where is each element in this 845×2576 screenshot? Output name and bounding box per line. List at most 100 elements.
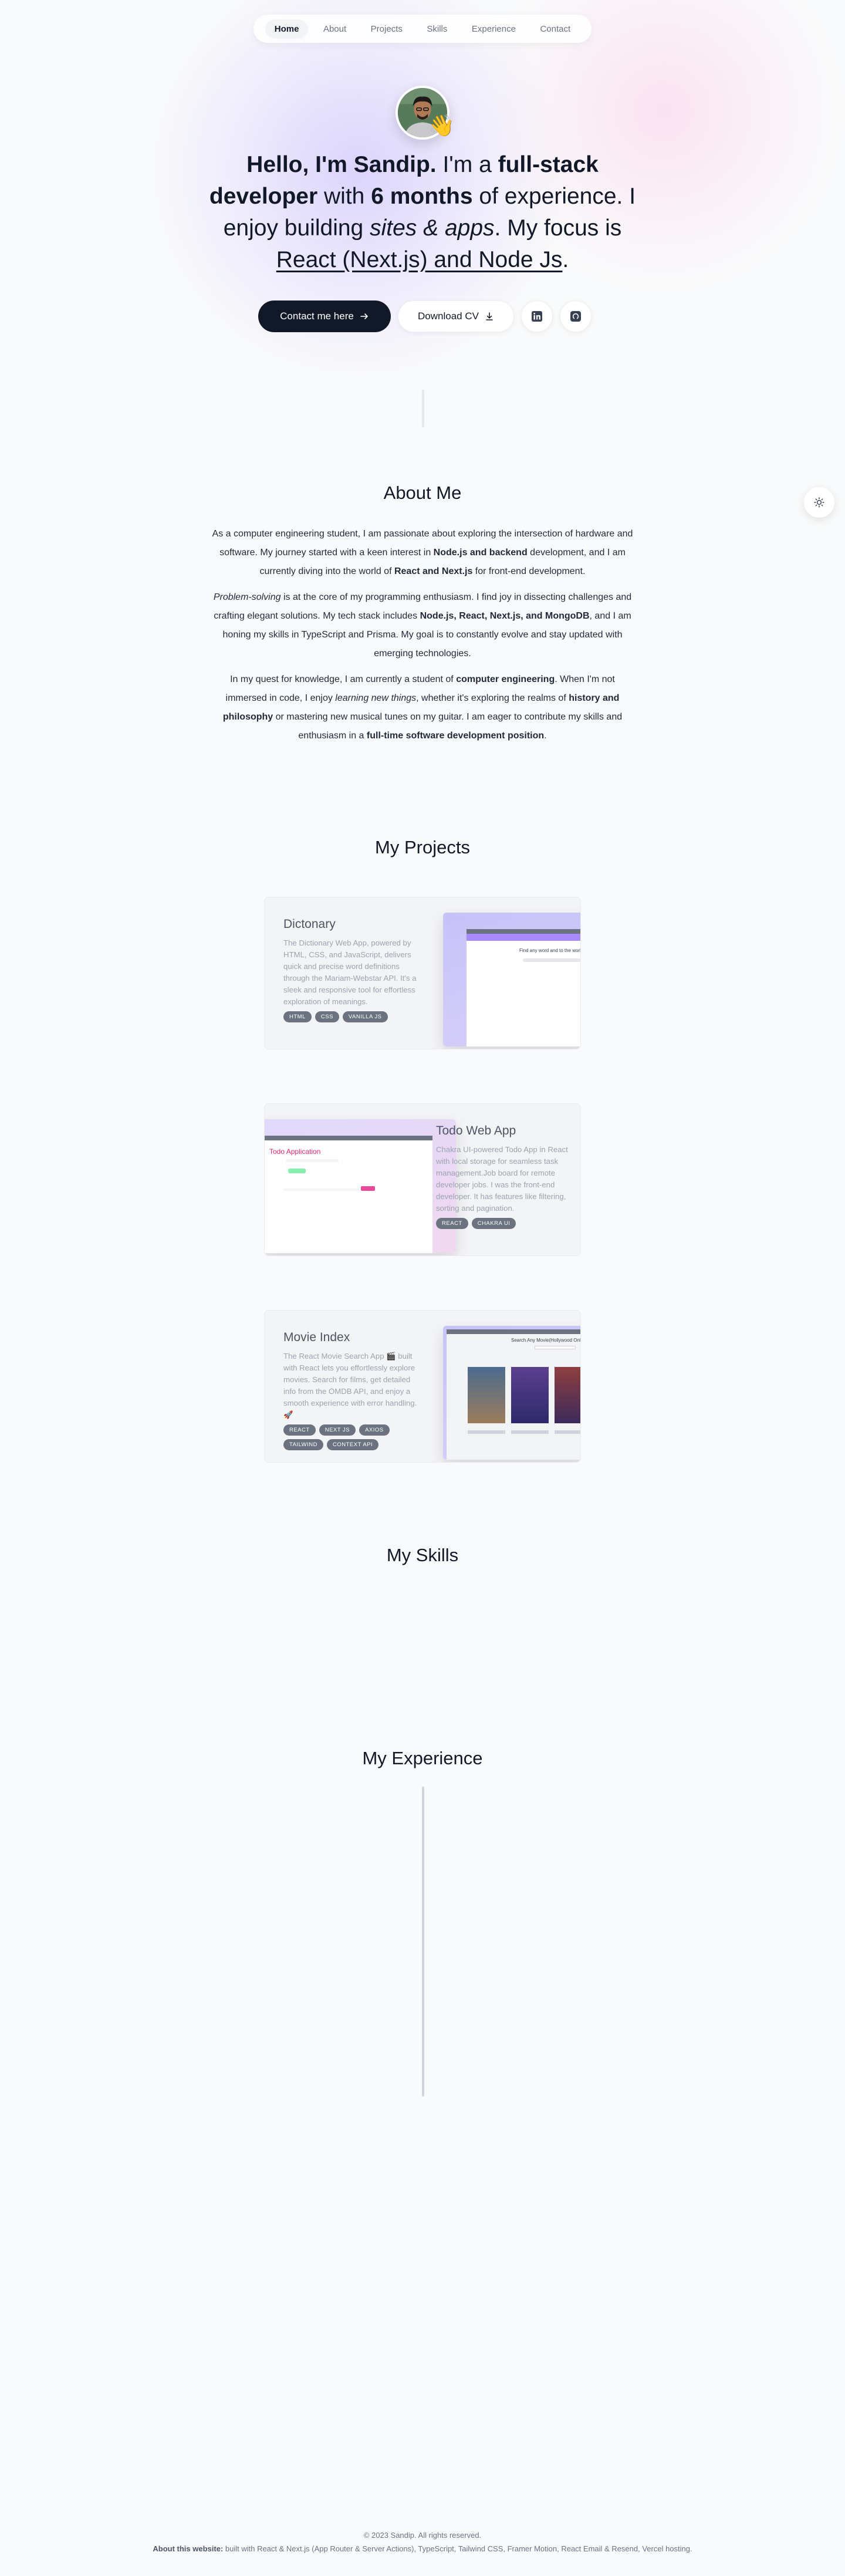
about-content: As a computer engineering student, I am … [209, 525, 636, 752]
movie-poster [468, 1367, 505, 1423]
footer-about-text: built with React & Next.js (App Router &… [223, 2544, 692, 2553]
hero-text-segment: with [317, 184, 371, 209]
project-description: Chakra UI-powered Todo App in React with… [436, 1145, 568, 1213]
arrow-right-icon [360, 313, 368, 319]
hero-text-segment: . My focus is [494, 215, 622, 241]
tag-chakra-ui: CHAKRA UI [471, 1218, 516, 1229]
project-description: The React Movie Search App 🎬 built with … [283, 1352, 417, 1419]
screenshot-text: Find any word and to the world [519, 948, 581, 953]
about-highlight: Node.js and backend [433, 548, 528, 558]
screenshot-button [361, 1186, 375, 1191]
experience-heading: My Experience [362, 1748, 483, 1768]
screenshot-input [523, 958, 580, 962]
about-highlight: computer engineering [456, 674, 555, 684]
about-text: for front-end development. [472, 566, 586, 576]
about-text: , whether it's exploring the realms of [416, 693, 569, 703]
tag-css: CSS [315, 1011, 339, 1022]
project-card-movie-index[interactable]: Movie Index The React Movie Search App 🎬… [264, 1310, 581, 1463]
contact-me-button[interactable]: Contact me here [258, 301, 391, 332]
project-screenshot: Search Any Movie(Hollywood Only) [443, 1326, 581, 1460]
tag-react: REACT [436, 1218, 468, 1229]
screenshot-toolbar [265, 1136, 432, 1140]
hero-intro: Hello, I'm Sandip. I'm a full-stack deve… [194, 149, 651, 276]
project-card-dictonary[interactable]: Dictonary The Dictionary Web App, powere… [264, 897, 581, 1049]
contact-me-label: Contact me here [280, 310, 354, 322]
screenshot-row [283, 1189, 360, 1191]
download-icon [486, 312, 493, 320]
tag-html: HTML [283, 1011, 312, 1022]
about-paragraph: Problem-solving is at the core of my pro… [209, 588, 636, 663]
tag-context-api: CONTEXT API [326, 1439, 379, 1450]
screenshot-window: Todo Application [265, 1136, 432, 1253]
tag-tailwind: TAILWIND [283, 1439, 323, 1450]
github-icon [570, 311, 581, 322]
project-tags: HTML CSS VANILLA JS [283, 1011, 418, 1022]
download-cv-button[interactable]: Download CV [398, 301, 514, 332]
project-info: Movie Index The React Movie Search App 🎬… [283, 1331, 418, 1450]
about-emphasis: learning new things [335, 693, 417, 703]
tag-next-js: NEXT JS [319, 1424, 356, 1436]
hero-text-segment: . [562, 247, 569, 272]
project-info: Todo Web App Chakra UI-powered Todo App … [436, 1124, 571, 1229]
about-emphasis: Problem-solving [213, 592, 281, 602]
projects-heading: My Projects [375, 837, 470, 857]
movie-poster [555, 1367, 580, 1423]
about-highlight: React and Next.js [394, 566, 473, 576]
movie-poster [511, 1367, 549, 1423]
screenshot-text: Todo Application [269, 1147, 321, 1156]
screenshot-row [468, 1430, 505, 1434]
hero-experience-duration: 6 months [371, 184, 473, 209]
footer-about: About this website: built with React & N… [0, 2544, 845, 2553]
project-description: The Dictionary Web App, powered by HTML,… [283, 938, 417, 1006]
nav-experience[interactable]: Experience [462, 19, 525, 39]
skills-heading: My Skills [386, 1545, 459, 1565]
hero-text-segment: I'm a [436, 152, 498, 177]
about-paragraph: As a computer engineering student, I am … [209, 525, 636, 581]
hero-actions: Contact me here Download CV [258, 301, 592, 332]
tag-vanilla-js: VANILLA JS [342, 1011, 388, 1022]
nav-skills[interactable]: Skills [417, 19, 457, 39]
experience-timeline [422, 1787, 424, 2096]
project-screenshot: Todo Application [265, 1119, 456, 1253]
tag-axios: AXIOS [359, 1424, 390, 1436]
linkedin-icon [532, 311, 542, 322]
nav-about[interactable]: About [314, 19, 356, 39]
about-highlight: full-time software development position [366, 731, 545, 741]
screenshot-row [555, 1430, 580, 1434]
project-title: Todo Web App [436, 1124, 516, 1137]
screenshot-row [511, 1430, 549, 1434]
about-text: In my quest for knowledge, I am currentl… [230, 674, 457, 684]
project-title: Movie Index [283, 1331, 350, 1344]
project-title: Dictonary [283, 917, 336, 931]
project-info: Dictonary The Dictionary Web App, powere… [283, 917, 418, 1022]
footer-copyright: © 2023 Sandip. All rights reserved. [363, 2531, 482, 2540]
hero-sites-apps: sites & apps [370, 215, 495, 241]
screenshot-window: Find any word and to the world [467, 929, 581, 1046]
screenshot-text: Search Any Movie(Hollywood Only) [511, 1338, 581, 1343]
project-screenshot: Find any word and to the world [443, 913, 581, 1046]
screenshot-header [467, 934, 580, 941]
linkedin-button[interactable] [521, 301, 553, 332]
screenshot-input [286, 1159, 339, 1162]
screenshot-input [535, 1346, 576, 1349]
screenshot-toolbar [467, 929, 580, 934]
screenshot-window: Search Any Movie(Hollywood Only) [447, 1329, 581, 1460]
top-navigation: Home About Projects Skills Experience Co… [254, 15, 592, 43]
github-button[interactable] [560, 301, 592, 332]
project-card-todo[interactable]: Todo Application Todo Web App Chakra UI-… [264, 1103, 581, 1256]
footer-about-label: About this website: [153, 2544, 224, 2553]
hero-focus-stack: React (Next.js) and Node Js [276, 247, 563, 272]
waving-hand-icon: 👋 [428, 113, 455, 137]
screenshot-toolbar [447, 1329, 580, 1334]
nav-contact[interactable]: Contact [530, 19, 580, 39]
about-text: . [544, 731, 547, 741]
download-cv-label: Download CV [418, 310, 479, 322]
nav-projects[interactable]: Projects [361, 19, 412, 39]
screenshot-badge [288, 1169, 306, 1173]
about-heading: About Me [383, 482, 462, 503]
hero-greeting: Hello, I'm Sandip. [246, 152, 437, 177]
project-tags: REACT NEXT JS AXIOS TAILWIND CONTEXT API [283, 1424, 418, 1450]
about-paragraph: In my quest for knowledge, I am currentl… [209, 670, 636, 745]
nav-home[interactable]: Home [265, 19, 309, 39]
section-divider [422, 390, 424, 427]
